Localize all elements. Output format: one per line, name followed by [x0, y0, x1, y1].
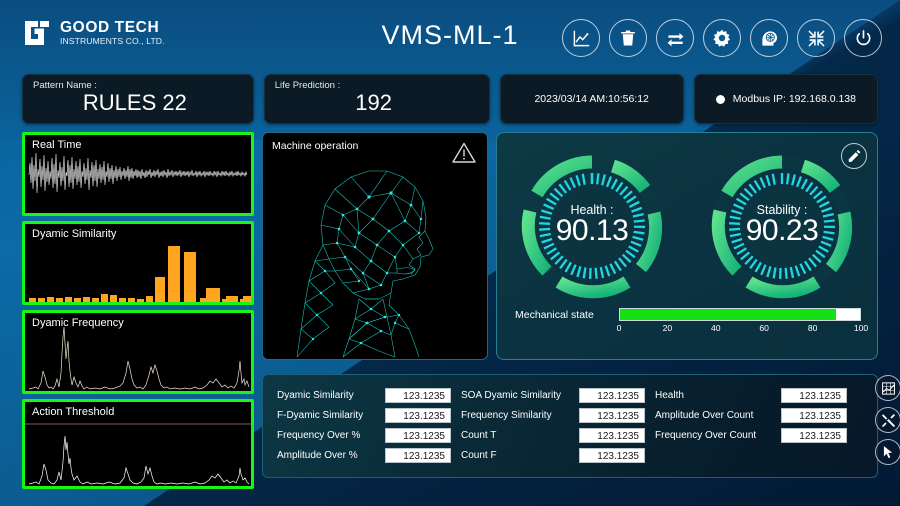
mechanical-state-row: Mechanical state 0 20 40 60 80 100: [515, 308, 869, 337]
data-row-label: Dyamic Similarity: [277, 389, 354, 401]
pattern-name-card[interactable]: Pattern Name : RULES 22: [22, 74, 254, 124]
chart-title-dyamic-similarity: Dyamic Similarity: [32, 228, 117, 240]
data-row-value[interactable]: 123.1235: [579, 407, 645, 423]
data-row: Frequency Over % 123.1235: [277, 427, 451, 443]
data-panel-side-buttons: [875, 375, 900, 465]
chart-line-icon[interactable]: [562, 19, 600, 57]
gauge-health: Health : 90.13: [517, 151, 667, 301]
data-column: Dyamic Similarity 123.1235 F-Dyamic Simila…: [277, 387, 451, 463]
mechanical-tick: 60: [759, 323, 769, 333]
mechanical-tick: 40: [711, 323, 721, 333]
data-row-value[interactable]: 123.1235: [579, 447, 645, 463]
compress-icon[interactable]: [797, 19, 835, 57]
mechanical-state-fill: [620, 309, 836, 320]
data-row: Amplitude Over % 123.1235: [277, 447, 451, 463]
cursor-pointer-icon[interactable]: [875, 439, 900, 465]
data-row: Frequency Over Count 123.1235: [655, 427, 847, 443]
data-row-value[interactable]: 123.1235: [385, 407, 451, 423]
data-row-value[interactable]: 123.1235: [385, 447, 451, 463]
data-row-label: F-Dyamic Similarity: [277, 409, 364, 421]
data-values-panel: Dyamic Similarity 123.1235 F-Dyamic Simila…: [262, 374, 900, 478]
data-row-label: Health: [655, 389, 684, 401]
mechanical-state-ticks: 0 20 40 60 80 100: [616, 323, 869, 337]
gauge-stability-value: 90.23: [745, 214, 819, 247]
data-row: Frequency Similarity 123.1235: [461, 407, 645, 423]
gauge-stability: Stability : 90.23: [707, 151, 857, 301]
ai-brain-head-icon[interactable]: [750, 19, 788, 57]
mechanical-state-bar: [619, 308, 861, 321]
data-row-value[interactable]: 123.1235: [781, 407, 847, 423]
chart-card-real-time[interactable]: Real Time: [22, 132, 254, 216]
modbus-card: Modbus IP: 192.168.0.138: [693, 74, 878, 124]
tools-icon[interactable]: [875, 407, 900, 433]
data-row: Health 123.1235: [655, 387, 847, 403]
datetime-value: 2023/03/14 AM:10:56:12: [534, 93, 649, 105]
life-prediction-value: 192: [355, 90, 393, 115]
mechanical-state-bar-wrap: 0 20 40 60 80 100: [616, 308, 869, 337]
machine-operation-title: Machine operation: [272, 140, 359, 152]
data-row: Dyamic Similarity 123.1235: [277, 387, 451, 403]
life-prediction-card[interactable]: Life Prediction : 192: [263, 74, 490, 124]
data-row: Amplitude Over Count 123.1235: [655, 407, 847, 423]
mechanical-state-label: Mechanical state: [515, 309, 594, 321]
power-icon[interactable]: [844, 19, 882, 57]
data-column: SOA Dyamic Similarity 123.1235 Frequency S…: [461, 387, 645, 463]
status-dot-icon: [715, 94, 725, 104]
app-header: GOOD TECH INSTRUMENTS CO., LTD. VMS-ML-1: [0, 0, 900, 68]
data-row: F-Dyamic Similarity 123.1235: [277, 407, 451, 423]
data-row-label: Count T: [461, 429, 497, 441]
header-toolbar: [562, 19, 882, 57]
data-row-value[interactable]: 123.1235: [385, 387, 451, 403]
data-row-value[interactable]: 123.1235: [579, 387, 645, 403]
machine-operation-panel: Machine operation: [262, 132, 488, 360]
transfer-icon[interactable]: [656, 19, 694, 57]
chart-card-action-threshold[interactable]: Action Threshold: [22, 399, 254, 489]
mechanical-tick: 80: [807, 323, 818, 333]
chart-title-dyamic-frequency: Dyamic Frequency: [32, 317, 124, 329]
left-chart-column: Real Time Dyamic Similarity Dyamic Frequ…: [22, 132, 254, 494]
warning-triangle-icon[interactable]: [451, 141, 477, 170]
data-row: SOA Dyamic Similarity 123.1235: [461, 387, 645, 403]
chart-title-real-time: Real Time: [32, 139, 82, 151]
data-row-value[interactable]: 123.1235: [385, 427, 451, 443]
gear-icon[interactable]: [703, 19, 741, 57]
data-columns: Dyamic Similarity 123.1235 F-Dyamic Simila…: [277, 387, 847, 463]
data-row-label: Frequency Over Count: [655, 429, 757, 441]
chart-title-action-threshold: Action Threshold: [32, 406, 115, 418]
info-strip: Pattern Name : RULES 22 Life Prediction …: [22, 74, 878, 124]
pattern-name-value: RULES 22: [82, 90, 187, 115]
chart-card-dyamic-frequency[interactable]: Dyamic Frequency: [22, 310, 254, 394]
modbus-ip-value: Modbus IP: 192.168.0.138: [732, 93, 856, 105]
data-row-value[interactable]: 123.1235: [781, 387, 847, 403]
mechanical-tick: 0: [616, 323, 622, 333]
gauge-panel: Health : 90.13 Stability: 90.23 Mechani…: [496, 132, 878, 360]
data-row-value[interactable]: 123.1235: [781, 427, 847, 443]
data-row-label: Amplitude Over %: [277, 449, 358, 461]
mechanical-tick: 20: [662, 323, 673, 333]
data-row: Count F 123.1235: [461, 447, 645, 463]
chart-card-dyamic-similarity[interactable]: Dyamic Similarity: [22, 221, 254, 305]
mechanical-tick: 100: [853, 323, 869, 333]
data-row-label: SOA Dyamic Similarity: [461, 389, 562, 401]
data-row-label: Amplitude Over Count: [655, 409, 754, 421]
trash-icon[interactable]: [609, 19, 647, 57]
data-row: Count T 123.1235: [461, 427, 645, 443]
app-root: GOOD TECH INSTRUMENTS CO., LTD. VMS-ML-1: [0, 0, 900, 506]
data-column: Health 123.1235 Amplitude Over Count 123.12…: [655, 387, 847, 463]
data-row-label: Count F: [461, 449, 497, 461]
data-row-label: Frequency Similarity: [461, 409, 552, 421]
data-row-label: Frequency Over %: [277, 429, 361, 441]
datetime-card: 2023/03/14 AM:10:56:12: [499, 74, 684, 124]
chart-grid-icon[interactable]: [875, 375, 900, 401]
gauge-health-value: 90.13: [555, 214, 629, 247]
gauge-group: Health : 90.13 Stability: 90.23: [497, 151, 877, 301]
data-row-value[interactable]: 123.1235: [579, 427, 645, 443]
